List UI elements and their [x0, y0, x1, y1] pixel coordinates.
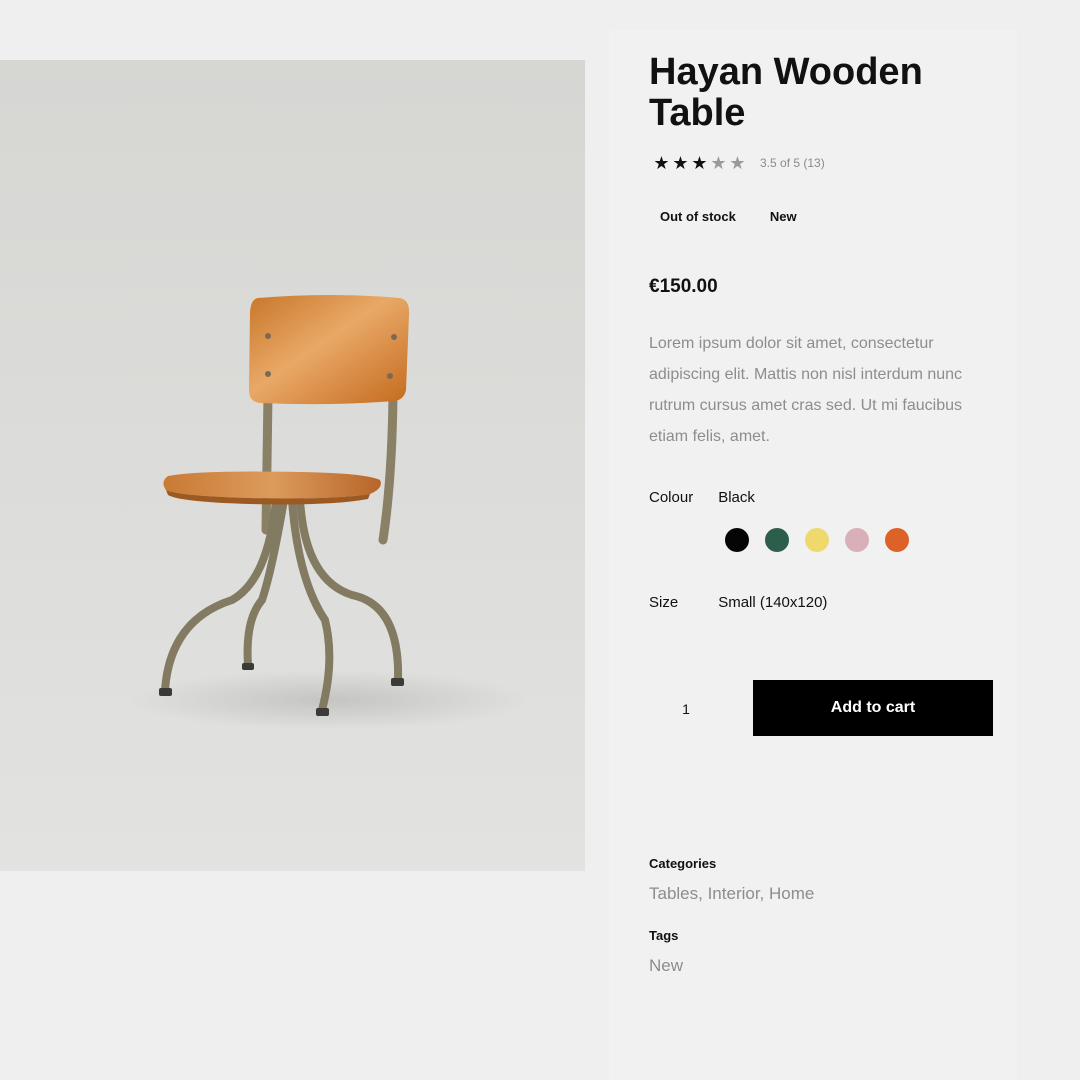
swatch-pink[interactable] [845, 528, 869, 552]
size-label: Size [649, 594, 679, 611]
product-details: Hayan Wooden Table ★ ★ ★ ★ ★ 3.5 of 5 (1… [609, 30, 1017, 1080]
tags-label: Tags [649, 928, 679, 943]
star-filled-icon: ★ [653, 153, 670, 173]
star-empty-icon: ★ [710, 153, 727, 173]
colour-label: Colour [649, 489, 694, 506]
rating[interactable]: ★ ★ ★ ★ ★ 3.5 of 5 (13) [652, 153, 825, 173]
swatch-green[interactable] [765, 528, 789, 552]
star-filled-icon: ★ [672, 153, 689, 173]
size-selected-value[interactable]: Small (140x120) [718, 594, 827, 611]
size-selector[interactable]: Size Small (140x120) [649, 594, 827, 611]
product-description: Lorem ipsum dolor sit amet, consectetur … [649, 335, 963, 445]
colour-selected-value: Black [718, 489, 755, 506]
rating-text[interactable]: 3.5 of 5 (13) [760, 156, 825, 170]
swatch-black[interactable] [725, 528, 749, 552]
categories-label: Categories [649, 856, 717, 871]
stock-badge: Out of stock [660, 209, 736, 224]
badge-list: Out of stock New [660, 207, 797, 226]
add-to-cart-button[interactable]: Add to cart [753, 680, 993, 736]
quantity-input[interactable] [649, 692, 723, 726]
star-filled-icon: ★ [691, 153, 708, 173]
new-badge: New [769, 209, 797, 224]
product-title: Hayan Wooden Table [649, 51, 923, 134]
star-empty-icon: ★ [729, 153, 746, 173]
swatch-orange[interactable] [885, 528, 909, 552]
chair-illustration [130, 295, 530, 730]
product-image [0, 60, 585, 871]
colour-swatches [725, 528, 925, 552]
swatch-yellow[interactable] [805, 528, 829, 552]
product-price: €150.00 [649, 276, 718, 297]
tags-value[interactable]: New [649, 956, 683, 976]
categories-value[interactable]: Tables, Interior, Home [649, 884, 814, 904]
colour-selector: Colour Black [649, 489, 755, 506]
